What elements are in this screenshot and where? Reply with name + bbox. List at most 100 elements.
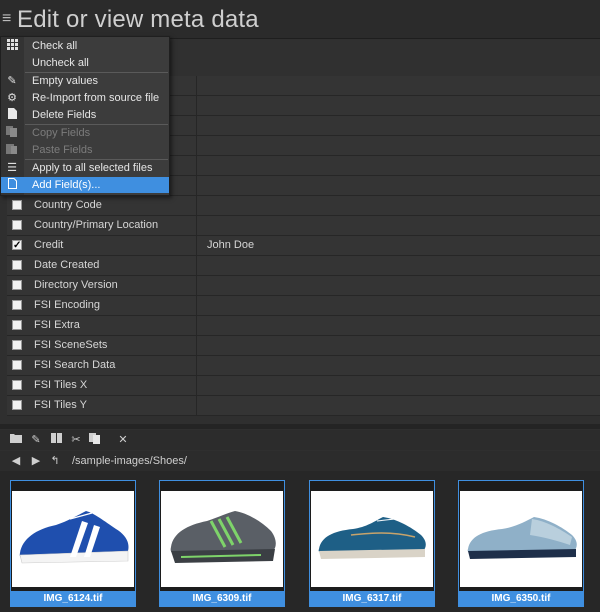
- column-divider: [196, 356, 197, 375]
- thumbnail-caption: IMG_6309.tif: [160, 591, 284, 606]
- file-toolbar: ✎ ✂ ✕: [0, 430, 600, 450]
- field-name: Country/Primary Location: [34, 219, 159, 231]
- menu-item-paste-fields: Paste Fields: [1, 142, 169, 158]
- table-row[interactable]: ✓ Credit John Doe: [7, 236, 600, 256]
- thumbnail-caption: IMG_6317.tif: [310, 591, 434, 606]
- shoe-image-teal-brown: [311, 491, 433, 587]
- menu-item-apply-to-all[interactable]: ☰ Apply to all selected files: [1, 160, 169, 176]
- column-divider: [196, 76, 197, 95]
- list-icon: ☰: [7, 162, 17, 174]
- field-name: FSI SceneSets: [34, 339, 108, 351]
- document-icon: [4, 108, 20, 122]
- field-name: Directory Version: [34, 279, 118, 291]
- page-title: Edit or view meta data: [17, 6, 259, 33]
- current-path: /sample-images/Shoes/: [72, 455, 187, 467]
- menu-item-label: Copy Fields: [32, 127, 91, 139]
- column-divider: [196, 256, 197, 275]
- menu-item-copy-fields: Copy Fields: [1, 125, 169, 141]
- header: ≡ Edit or view meta data: [0, 0, 600, 39]
- field-name: FSI Extra: [34, 319, 80, 331]
- row-checkbox[interactable]: [12, 220, 22, 230]
- path-bar: ◀ ▶ ↰ /sample-images/Shoes/: [0, 451, 600, 471]
- table-row[interactable]: Country Code: [7, 196, 600, 216]
- column-divider: [196, 336, 197, 355]
- row-checkbox-checked[interactable]: ✓: [12, 240, 22, 251]
- menu-item-label: Re-Import from source file: [32, 92, 160, 104]
- panel-splitter[interactable]: [0, 424, 600, 429]
- book-icon[interactable]: [49, 433, 63, 447]
- row-checkbox[interactable]: [12, 400, 22, 410]
- table-row[interactable]: Date Created: [7, 256, 600, 276]
- menu-item-label: Delete Fields: [32, 109, 97, 121]
- gear-icon: ⚙: [7, 92, 17, 104]
- column-divider: [196, 196, 197, 215]
- row-checkbox[interactable]: [12, 260, 22, 270]
- menu-item-check-all[interactable]: Check all: [1, 38, 169, 54]
- menu-item-label: Empty values: [32, 75, 99, 87]
- table-row[interactable]: FSI Tiles Y: [7, 396, 600, 416]
- back-arrow-icon[interactable]: ◀: [9, 454, 23, 468]
- row-checkbox[interactable]: [12, 280, 22, 290]
- column-divider: [196, 96, 197, 115]
- field-name: FSI Encoding: [34, 299, 101, 311]
- menu-item-label: Check all: [32, 40, 78, 52]
- up-folder-icon[interactable]: ↰: [48, 454, 62, 468]
- menu-item-reimport[interactable]: ⚙ Re-Import from source file: [1, 90, 169, 106]
- copy-icon[interactable]: [88, 433, 102, 447]
- row-checkbox[interactable]: [12, 320, 22, 330]
- table-row[interactable]: FSI SceneSets: [7, 336, 600, 356]
- thumbnail-caption: IMG_6124.tif: [11, 591, 135, 606]
- field-name: Credit: [34, 239, 64, 251]
- column-divider: [196, 276, 197, 295]
- column-divider: [196, 136, 197, 155]
- field-name: FSI Tiles Y: [34, 399, 87, 411]
- field-value[interactable]: John Doe: [207, 239, 254, 251]
- context-menu: Check all Uncheck all ✎ Empty values ⚙ R…: [0, 36, 170, 196]
- column-divider: [196, 236, 197, 255]
- table-row[interactable]: FSI Tiles X: [7, 376, 600, 396]
- row-checkbox[interactable]: [12, 300, 22, 310]
- thumbnail-grid: IMG_6124.tif IMG_6309.tif IMG_6317.tif I…: [0, 471, 600, 612]
- table-row[interactable]: FSI Search Data: [7, 356, 600, 376]
- row-checkbox[interactable]: [12, 200, 22, 210]
- table-row[interactable]: Country/Primary Location: [7, 216, 600, 236]
- row-checkbox[interactable]: [12, 340, 22, 350]
- shoe-image-blue-white: [12, 491, 134, 587]
- thumbnail[interactable]: IMG_6350.tif: [458, 480, 584, 607]
- menu-item-label: Uncheck all: [32, 57, 89, 69]
- thumbnail[interactable]: IMG_6124.tif: [10, 480, 136, 607]
- menu-item-empty-values[interactable]: ✎ Empty values: [1, 73, 169, 89]
- pencil-icon[interactable]: ✎: [29, 433, 43, 447]
- table-row[interactable]: Directory Version: [7, 276, 600, 296]
- column-divider: [196, 176, 197, 195]
- row-checkbox[interactable]: [12, 380, 22, 390]
- forward-arrow-icon[interactable]: ▶: [29, 454, 43, 468]
- column-divider: [196, 296, 197, 315]
- hamburger-icon[interactable]: ≡: [2, 10, 11, 28]
- shoe-image-grey-green: [161, 491, 283, 587]
- eraser-icon: ✎: [7, 75, 17, 87]
- column-divider: [196, 376, 197, 395]
- shoe-image-light-blue: [460, 491, 582, 587]
- scissors-icon[interactable]: ✂: [69, 433, 83, 447]
- thumbnail-caption: IMG_6350.tif: [459, 591, 583, 606]
- menu-item-add-fields[interactable]: Add Field(s)...: [1, 177, 169, 193]
- field-name: Country Code: [34, 199, 102, 211]
- thumbnail[interactable]: IMG_6309.tif: [159, 480, 285, 607]
- field-name: FSI Search Data: [34, 359, 116, 371]
- row-checkbox[interactable]: [12, 360, 22, 370]
- copy-icon: [4, 126, 20, 140]
- column-divider: [196, 216, 197, 235]
- table-row[interactable]: FSI Extra: [7, 316, 600, 336]
- close-icon[interactable]: ✕: [116, 433, 130, 447]
- table-row[interactable]: FSI Encoding: [7, 296, 600, 316]
- grid-icon: [4, 39, 20, 53]
- menu-item-label: Add Field(s)...: [32, 179, 101, 191]
- thumbnail[interactable]: IMG_6317.tif: [309, 480, 435, 607]
- new-document-icon: [4, 178, 20, 192]
- folder-icon[interactable]: [9, 433, 23, 447]
- column-divider: [196, 116, 197, 135]
- menu-item-uncheck-all[interactable]: Uncheck all: [1, 55, 169, 71]
- menu-item-delete-fields[interactable]: Delete Fields: [1, 107, 169, 123]
- paste-icon: [4, 143, 20, 157]
